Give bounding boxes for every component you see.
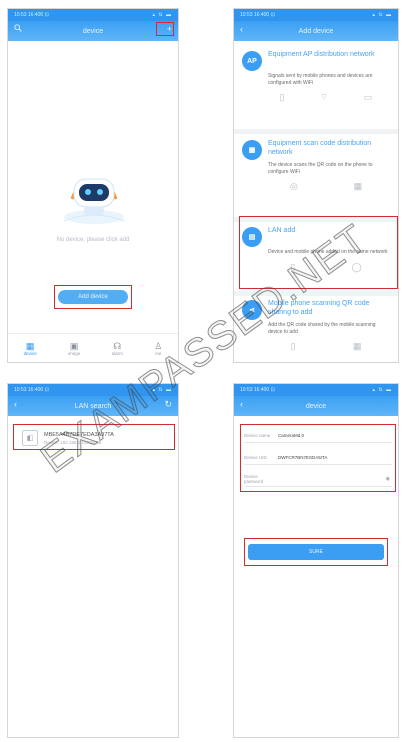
option-title: Mobile phone scanning QR code sharing to… xyxy=(268,300,370,316)
option-desc: Add the QR code shared by the mobile sca… xyxy=(268,322,376,335)
top-bar: device + xyxy=(8,21,178,41)
divider xyxy=(234,291,398,296)
phone-screen-device-home: 10:53 16:400 ⊡ ▴ ⇅ ▬ device + No device,… xyxy=(7,8,179,363)
image-icon: ▣ xyxy=(69,340,79,351)
ap-icon: AP xyxy=(242,51,262,71)
back-icon[interactable]: ‹ xyxy=(14,399,17,409)
status-icons: ▴ ⇅ ▬ xyxy=(372,387,392,393)
tab-label: alarm xyxy=(111,350,123,356)
option-title: Equipment AP distribution network xyxy=(268,51,375,58)
highlight-lan-add xyxy=(239,216,398,289)
option-illustration: ◎ ▦ xyxy=(289,181,363,191)
tab-image[interactable]: ▣ image xyxy=(68,341,80,356)
back-icon[interactable]: ‹ xyxy=(240,24,243,34)
option-illustration: ▯ ⌔ ▭ xyxy=(279,92,373,102)
tab-device[interactable]: ▦ device xyxy=(24,341,37,356)
status-icons: ▴ ⇅ ▬ xyxy=(152,12,172,18)
status-icons: ▴ ⇅ ▬ xyxy=(372,12,392,18)
qr-code-icon: ▦ xyxy=(242,140,262,160)
page-title: LAN search xyxy=(74,402,112,410)
tab-alarm[interactable]: ☊ alarm xyxy=(112,341,123,356)
option-ap-network[interactable]: AP Equipment AP distribution network Sig… xyxy=(242,51,390,103)
status-bar: 10:53 16:400 ⊡ ▴ ⇅ ▬ xyxy=(8,9,178,21)
option-scan-code-network[interactable]: ▦ Equipment scan code distribution netwo… xyxy=(242,140,390,192)
robot-illustration xyxy=(58,159,130,229)
option-title: Equipment scan code distribution network xyxy=(268,140,372,156)
phone-screen-device-form: 10:53 16:400 ⊡ ▴ ⇅ ▬ ‹ device Device nam… xyxy=(233,383,399,738)
top-bar: ‹ Add device xyxy=(234,21,398,41)
status-bar: 10:53 16:400 ⊡ ▴ ⇅ ▬ xyxy=(8,384,178,396)
highlight-sure-button xyxy=(244,538,388,566)
highlight-form-fields xyxy=(240,424,396,492)
top-bar: ‹ LAN search ↻ xyxy=(8,396,178,416)
tab-label: image xyxy=(68,350,81,356)
page-title: device xyxy=(82,27,104,35)
search-icon[interactable] xyxy=(14,24,22,34)
share-icon: ⋖ xyxy=(242,300,262,320)
back-icon[interactable]: ‹ xyxy=(240,399,243,409)
bottom-tab-bar: ▦ device ▣ image ☊ alarm ♙ me xyxy=(8,333,178,362)
option-share-qr[interactable]: ⋖ Mobile phone scanning QR code sharing … xyxy=(242,300,390,352)
highlight-add-device xyxy=(54,285,132,309)
status-bar: 10:53 16:400 ⊡ ▴ ⇅ ▬ xyxy=(234,9,398,21)
empty-state-text: No device, please click add xyxy=(56,237,130,243)
status-bar: 10:53 16:400 ⊡ ▴ ⇅ ▬ xyxy=(234,384,398,396)
highlight-add-icon xyxy=(156,22,174,36)
phone-screen-add-device: 10:53 16:400 ⊡ ▴ ⇅ ▬ ‹ Add device AP Equ… xyxy=(233,8,399,363)
page-title: Add device xyxy=(298,27,334,35)
highlight-device-item xyxy=(13,424,175,450)
tab-me[interactable]: ♙ me xyxy=(154,341,162,356)
tab-label: device xyxy=(23,350,37,356)
tab-label: me xyxy=(155,350,162,356)
devices-icon: ▦ xyxy=(25,340,35,351)
status-time: 10:53 16:400 ⊡ xyxy=(14,12,49,18)
option-desc: The device scans the QR code on the phon… xyxy=(268,162,373,175)
status-time: 10:53 16:400 ⊡ xyxy=(240,12,275,18)
option-desc: Signals sent by mobile phones and device… xyxy=(268,73,373,86)
status-time: 10:53 16:400 ⊡ xyxy=(14,387,49,393)
option-illustration: ▯ ▦ xyxy=(290,341,362,351)
phone-screen-lan-search: 10:53 16:400 ⊡ ▴ ⇅ ▬ ‹ LAN search ↻ ◧ MB… xyxy=(7,383,179,738)
status-icons: ▴ ⇅ ▬ xyxy=(152,387,172,393)
divider xyxy=(234,129,398,134)
top-bar: ‹ device xyxy=(234,396,398,416)
user-icon: ♙ xyxy=(154,340,163,351)
refresh-icon[interactable]: ↻ xyxy=(164,399,172,410)
page-title: device xyxy=(305,402,327,410)
status-time: 10:53 16:400 ⊡ xyxy=(240,387,275,393)
alarm-icon: ☊ xyxy=(113,340,122,351)
